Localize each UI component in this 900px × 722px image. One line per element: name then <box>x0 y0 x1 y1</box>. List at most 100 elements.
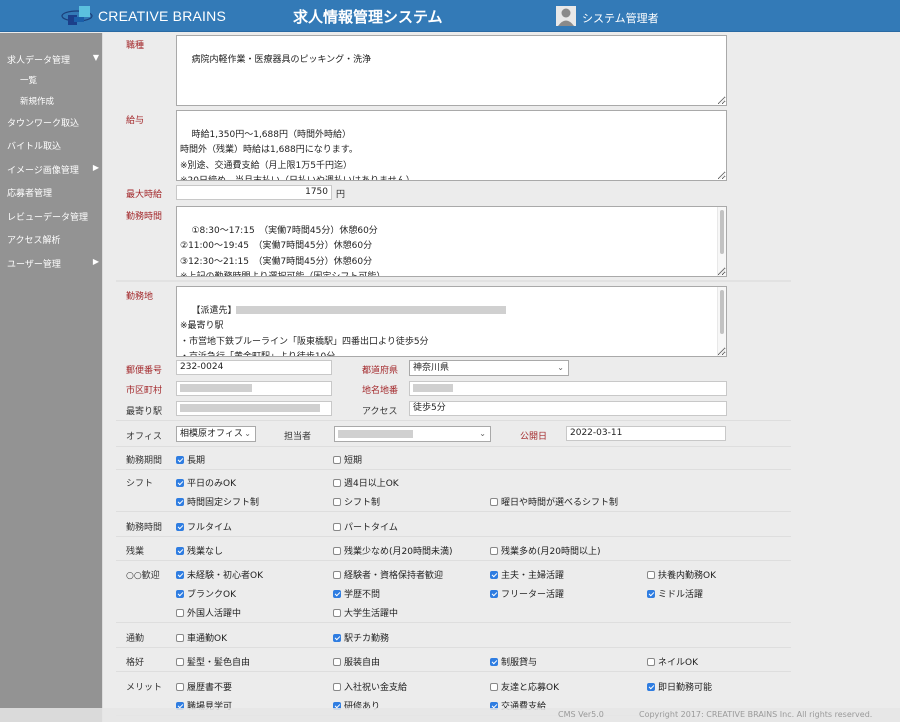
checkbox-welcome-3[interactable]: 扶養内勤務OK <box>647 568 716 581</box>
location-prefix: 【派遣先】 <box>191 305 237 316</box>
sidebar-item-job-data[interactable]: 求人データ管理 ▼ <box>7 53 99 66</box>
checkbox-checked-icon[interactable] <box>176 498 184 506</box>
checkbox-unchecked-icon[interactable] <box>333 683 341 691</box>
checkbox-period-1[interactable]: 短期 <box>333 453 362 466</box>
checkbox-unchecked-icon[interactable] <box>333 658 341 666</box>
postal-input[interactable]: 232-0024 <box>176 360 332 375</box>
user-avatar-icon[interactable] <box>556 6 576 26</box>
station-input[interactable] <box>176 401 332 416</box>
checkbox-unchecked-icon[interactable] <box>333 571 341 579</box>
checkbox-unchecked-icon[interactable] <box>333 456 341 464</box>
city-input[interactable] <box>176 381 332 396</box>
checkbox-unchecked-icon[interactable] <box>333 523 341 531</box>
checkbox-hours-1[interactable]: パートタイム <box>333 520 398 533</box>
sidebar-item-image-management[interactable]: イメージ画像管理 ▶ <box>7 163 99 176</box>
resize-handle-icon[interactable] <box>719 173 725 179</box>
checkbox-welcome-5[interactable]: 学歴不問 <box>333 587 380 600</box>
checkbox-checked-icon[interactable] <box>490 658 498 666</box>
checkbox-unchecked-icon[interactable] <box>176 683 184 691</box>
checkbox-overtime-1[interactable]: 残業少なめ(月20時間未満) <box>333 544 452 557</box>
checkbox-checked-icon[interactable] <box>176 547 184 555</box>
work-hours-textarea[interactable]: ①8:30～17:15 （実働7時間45分）休憩60分 ②11:00～19:45… <box>176 206 727 277</box>
access-input[interactable]: 徒歩5分 <box>409 401 727 416</box>
checkbox-unchecked-icon[interactable] <box>333 609 341 617</box>
sidebar-item-townwork-import[interactable]: タウンワーク取込 <box>7 116 99 129</box>
checkbox-unchecked-icon[interactable] <box>333 498 341 506</box>
sidebar-item-analytics[interactable]: アクセス解析 <box>7 233 99 246</box>
checkbox-welcome-2[interactable]: 主夫・主婦活躍 <box>490 568 564 581</box>
job-type-textarea[interactable]: 病院内軽作業・医療器具のピッキング・洗浄 <box>176 35 727 106</box>
max-wage-input[interactable]: 1750 <box>176 185 332 200</box>
resize-handle-icon[interactable] <box>719 98 725 104</box>
checkbox-checked-icon[interactable] <box>490 571 498 579</box>
checkbox-unchecked-icon[interactable] <box>490 547 498 555</box>
checkbox-attire-3[interactable]: ネイルOK <box>647 655 698 668</box>
sidebar-item-users[interactable]: ユーザー管理 ▶ <box>7 257 99 270</box>
checkbox-checked-icon[interactable] <box>333 634 341 642</box>
salary-textarea[interactable]: 時給1,350円～1,688円（時間外時給） 時間外（残業）時給は1,688円に… <box>176 110 727 181</box>
sidebar-item-applicants[interactable]: 応募者管理 <box>7 186 99 199</box>
user-name[interactable]: システム管理者 <box>582 10 659 26</box>
address-input[interactable] <box>409 381 727 396</box>
checkbox-unchecked-icon[interactable] <box>333 479 341 487</box>
checkbox-hours-0[interactable]: フルタイム <box>176 520 232 533</box>
checkbox-unchecked-icon[interactable] <box>176 658 184 666</box>
checkbox-welcome-0[interactable]: 未経験・初心者OK <box>176 568 263 581</box>
checkbox-attire-0[interactable]: 髪型・髪色自由 <box>176 655 250 668</box>
prefecture-select[interactable]: 神奈川県 ⌄ <box>409 360 569 376</box>
sidebar-item-list[interactable]: 一覧 <box>20 74 112 86</box>
checkbox-commute-1[interactable]: 駅チカ勤務 <box>333 631 389 644</box>
checkbox-welcome-6[interactable]: フリーター活躍 <box>490 587 564 600</box>
checkbox-checked-icon[interactable] <box>647 683 655 691</box>
checkbox-overtime-0[interactable]: 残業なし <box>176 544 223 557</box>
redacted-text <box>236 306 507 314</box>
checkbox-merit-2[interactable]: 友達と応募OK <box>490 680 559 693</box>
office-select[interactable]: 相模原オフィス ⌄ <box>176 426 256 442</box>
checkbox-unchecked-icon[interactable] <box>333 547 341 555</box>
checkbox-checked-icon[interactable] <box>176 456 184 464</box>
checkbox-shift-3[interactable]: シフト制 <box>333 495 380 508</box>
checkbox-checked-icon[interactable] <box>490 590 498 598</box>
textarea-scrollbar[interactable] <box>717 207 726 276</box>
checkbox-unchecked-icon[interactable] <box>647 571 655 579</box>
checkbox-label: 髪型・髪色自由 <box>187 658 251 668</box>
staff-select[interactable]: ⌄ <box>334 426 491 442</box>
checkbox-merit-0[interactable]: 履歴書不要 <box>176 680 232 693</box>
checkbox-welcome-9[interactable]: 大学生活躍中 <box>333 606 398 619</box>
checkbox-welcome-7[interactable]: ミドル活躍 <box>647 587 703 600</box>
checkbox-shift-0[interactable]: 平日のみOK <box>176 476 236 489</box>
checkbox-attire-1[interactable]: 服装自由 <box>333 655 380 668</box>
checkbox-unchecked-icon[interactable] <box>176 609 184 617</box>
checkbox-unchecked-icon[interactable] <box>176 634 184 642</box>
checkbox-commute-0[interactable]: 車通勤OK <box>176 631 227 644</box>
checkbox-welcome-1[interactable]: 経験者・資格保持者歓迎 <box>333 568 443 581</box>
sidebar-item-baitoru-import[interactable]: バイトル取込 <box>7 139 99 152</box>
sidebar-item-new[interactable]: 新規作成 <box>20 95 112 107</box>
checkbox-shift-4[interactable]: 曜日や時間が選べるシフト制 <box>490 495 618 508</box>
checkbox-period-0[interactable]: 長期 <box>176 453 205 466</box>
checkbox-attire-2[interactable]: 制服貸与 <box>490 655 537 668</box>
checkbox-checked-icon[interactable] <box>647 590 655 598</box>
checkbox-unchecked-icon[interactable] <box>647 658 655 666</box>
sidebar-item-reviews[interactable]: レビューデータ管理 <box>7 210 99 223</box>
location-textarea[interactable]: 【派遣先】 ※最寄り駅 ・市営地下鉄ブルーライン「阪東橋駅」四番出口より徒歩5分… <box>176 286 727 357</box>
resize-handle-icon[interactable] <box>719 349 725 355</box>
checkbox-unchecked-icon[interactable] <box>490 498 498 506</box>
publish-date-input[interactable]: 2022-03-11 <box>566 426 726 441</box>
checkbox-checked-icon[interactable] <box>176 590 184 598</box>
checkbox-unchecked-icon[interactable] <box>490 683 498 691</box>
checkbox-shift-1[interactable]: 週4日以上OK <box>333 476 399 489</box>
checkbox-merit-1[interactable]: 入社祝い金支給 <box>333 680 407 693</box>
checkbox-merit-3[interactable]: 即日勤務可能 <box>647 680 712 693</box>
checkbox-welcome-4[interactable]: ブランクOK <box>176 587 236 600</box>
checkbox-overtime-2[interactable]: 残業多め(月20時間以上) <box>490 544 600 557</box>
checkbox-checked-icon[interactable] <box>176 523 184 531</box>
checkbox-checked-icon[interactable] <box>333 590 341 598</box>
checkbox-label: 短期 <box>344 456 363 466</box>
checkbox-checked-icon[interactable] <box>176 479 184 487</box>
checkbox-shift-2[interactable]: 時間固定シフト制 <box>176 495 259 508</box>
checkbox-welcome-8[interactable]: 外国人活躍中 <box>176 606 241 619</box>
checkbox-checked-icon[interactable] <box>176 571 184 579</box>
textarea-scrollbar[interactable] <box>717 287 726 356</box>
resize-handle-icon[interactable] <box>719 269 725 275</box>
